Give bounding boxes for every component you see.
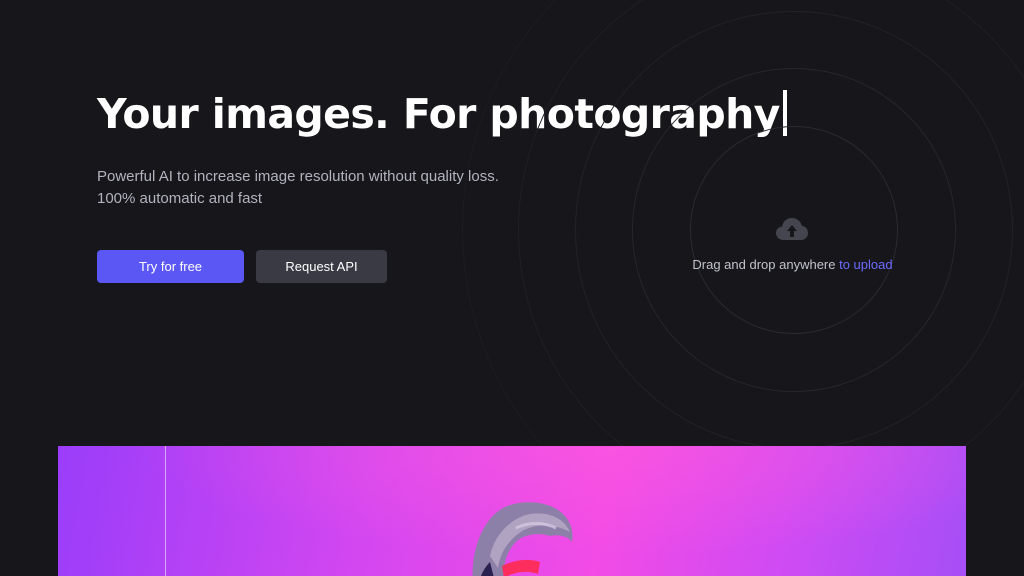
hero-subtitle: Powerful AI to increase image resolution…: [97, 166, 499, 210]
cloud-upload-icon[interactable]: [775, 216, 809, 242]
try-for-free-button[interactable]: Try for free: [97, 250, 244, 283]
typing-caret: [782, 90, 787, 136]
dropzone-text: Drag and drop anywhere to upload: [600, 257, 985, 272]
hero-headline-text: Your images. For photography: [97, 90, 780, 138]
upload-link[interactable]: to upload: [839, 257, 893, 272]
hero-subtitle-line-2: 100% automatic and fast: [97, 190, 263, 207]
hero-section: Your images. For photography Powerful AI…: [0, 0, 1024, 446]
dropzone-ring: [462, 0, 1024, 446]
hero-subtitle-line-1: Powerful AI to increase image resolution…: [97, 168, 499, 185]
dropzone-ring: [518, 0, 1024, 446]
sample-portrait-image: [472, 502, 573, 576]
hero-headline: Your images. For photography: [97, 86, 787, 142]
image-comparison-showcase[interactable]: [58, 446, 966, 576]
comparison-slider-handle[interactable]: [165, 446, 166, 576]
request-api-button[interactable]: Request API: [256, 250, 387, 283]
dropzone-text-label: Drag and drop anywhere: [692, 257, 840, 272]
dropzone-rings: [0, 0, 1024, 446]
